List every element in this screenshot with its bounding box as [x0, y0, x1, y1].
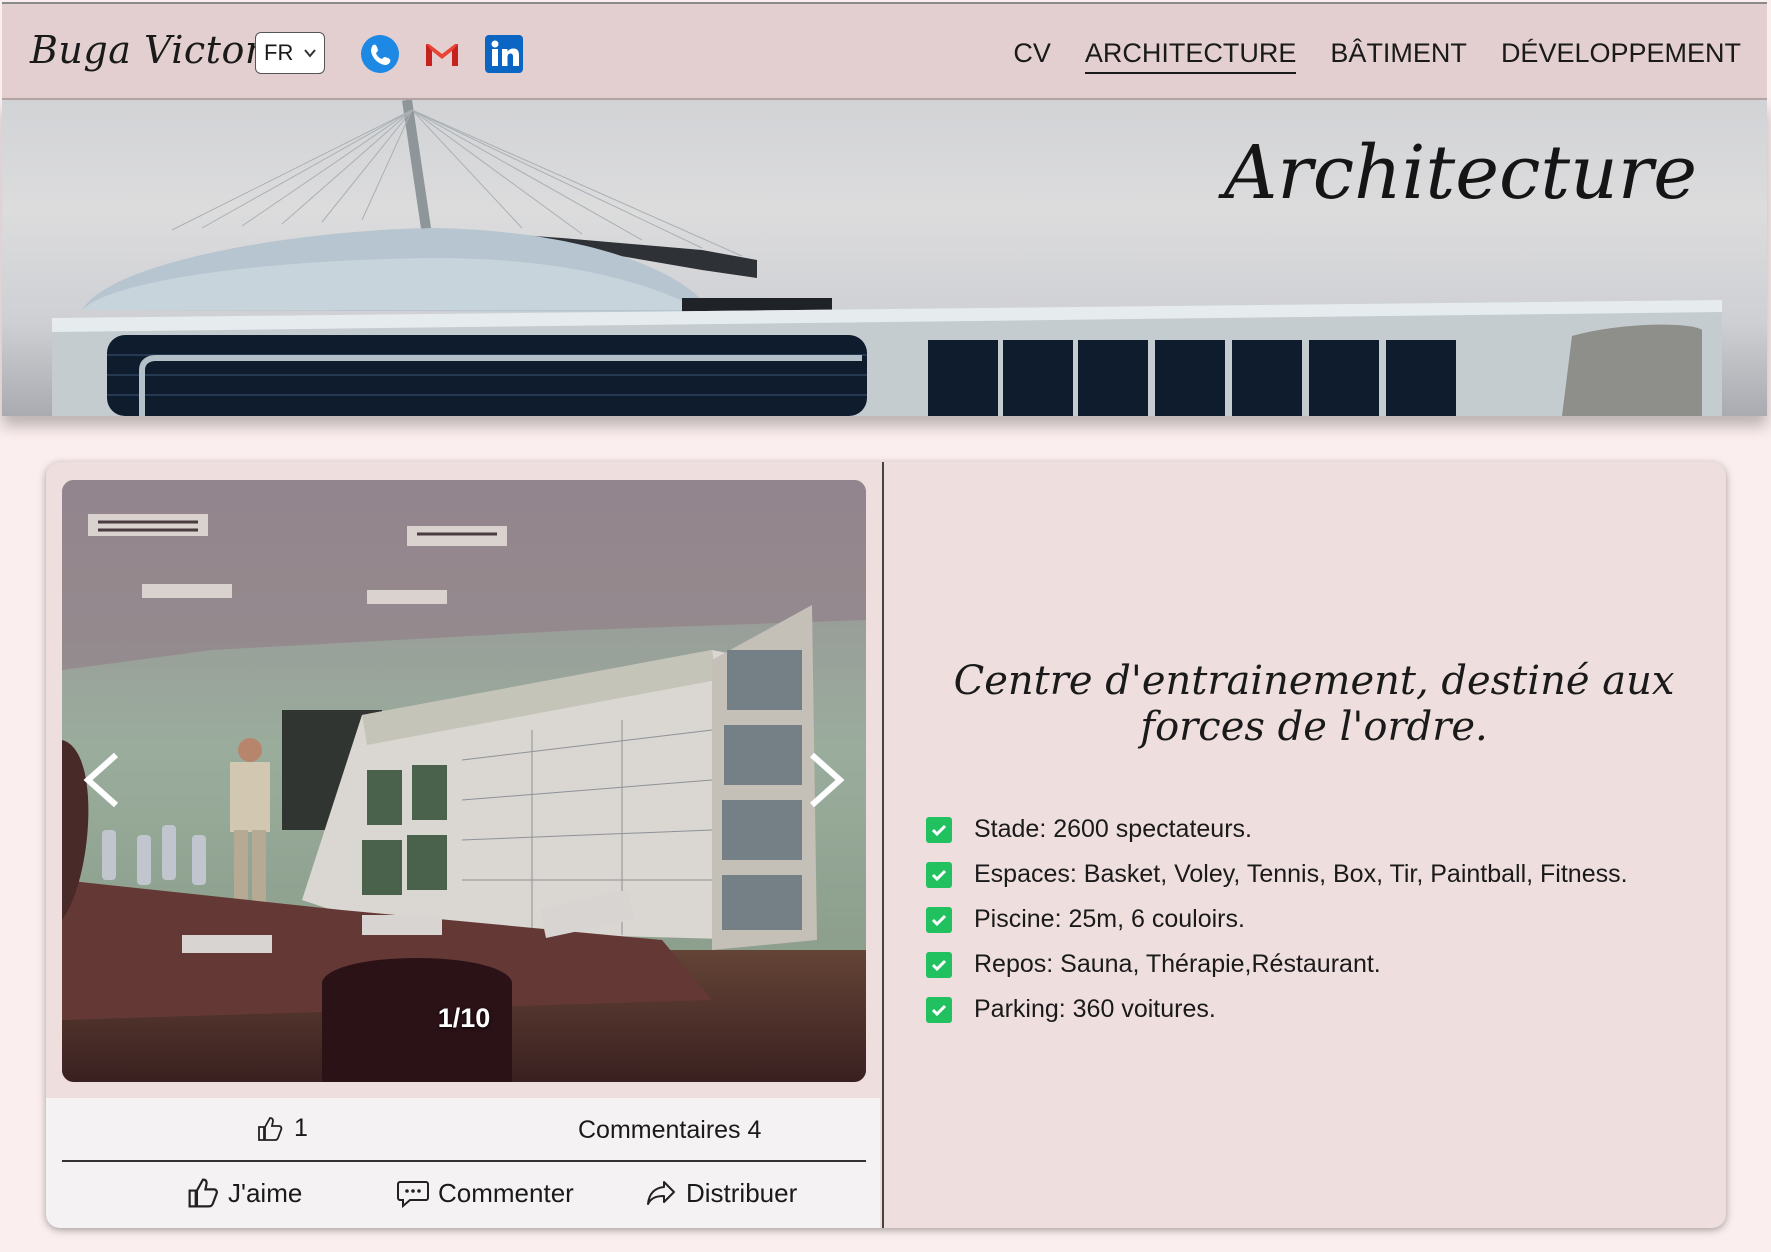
checkbox-checked-icon: [926, 996, 952, 1023]
comments-count[interactable]: Commentaires 4: [578, 1116, 761, 1145]
chevron-down-icon: [304, 49, 317, 58]
like-label: J'aime: [228, 1177, 303, 1208]
likes-number: 1: [294, 1114, 308, 1142]
next-slide-button[interactable]: [796, 745, 856, 815]
feature-text: Parking: 360 voitures.: [974, 995, 1216, 1023]
likes-count: 1: [256, 1114, 308, 1143]
hero-banner: Architecture: [2, 100, 1767, 416]
brand-logo[interactable]: Buga Victor: [30, 28, 263, 72]
feature-text: Stade: 2600 spectateurs.: [974, 815, 1252, 843]
slide-counter: 1/10: [437, 1003, 491, 1033]
project-photo: 1/10: [62, 480, 866, 1082]
main-nav: CV ARCHITECTURE BÂTIMENT DÉVELOPPEMENT: [1013, 38, 1741, 74]
feature-item: Repos: Sauna, Thérapie,Réstaurant.: [926, 942, 1628, 987]
phone-link[interactable]: [360, 34, 400, 74]
feature-item: Piscine: 25m, 6 couloirs.: [926, 897, 1628, 942]
linkedin-icon: [485, 35, 523, 73]
speech-bubble-icon: [397, 1181, 429, 1209]
presentation-room-photo: [62, 480, 866, 1082]
previous-slide-button[interactable]: [72, 745, 132, 815]
share-button[interactable]: Distribuer: [644, 1176, 797, 1210]
thumbs-up-icon: [188, 1178, 218, 1208]
feature-item: Parking: 360 voitures.: [926, 987, 1628, 1032]
nav-cv[interactable]: CV: [1013, 38, 1051, 74]
hero-title: Architecture: [1223, 130, 1697, 216]
engagement-stats: 1 Commentaires 4: [62, 1098, 866, 1162]
top-navigation-bar: Buga Victor FR CV ARCHITECTURE BÂTIMENT …: [2, 2, 1767, 100]
language-select[interactable]: FR: [255, 32, 325, 74]
feature-item: Stade: 2600 spectateurs.: [926, 807, 1628, 852]
project-description: Centre d'entrainement, destiné aux force…: [953, 658, 1675, 750]
checkbox-checked-icon: [926, 861, 952, 888]
feature-text: Espaces: Basket, Voley, Tennis, Box, Tir…: [974, 860, 1628, 888]
phone-icon: [361, 35, 399, 73]
feature-text: Piscine: 25m, 6 couloirs.: [974, 905, 1245, 933]
language-value: FR: [264, 40, 294, 65]
nav-architecture[interactable]: ARCHITECTURE: [1084, 38, 1297, 74]
checkbox-checked-icon: [926, 816, 952, 843]
feature-text: Repos: Sauna, Thérapie,Réstaurant.: [974, 950, 1381, 978]
feature-list: Stade: 2600 spectateurs. Espaces: Basket…: [926, 807, 1628, 1032]
linkedin-link[interactable]: [484, 34, 524, 74]
checkbox-checked-icon: [926, 951, 952, 978]
nav-batiment[interactable]: BÂTIMENT: [1330, 38, 1467, 74]
gmail-icon: [426, 44, 458, 66]
thumbs-up-icon: [258, 1116, 283, 1141]
chevron-left-icon: [83, 752, 118, 808]
feature-item: Espaces: Basket, Voley, Tennis, Box, Tir…: [926, 852, 1628, 897]
project-card: 1/10 1 Commentaires 4 J'aime Commenter D…: [46, 462, 1726, 1228]
chevron-right-icon: [810, 752, 845, 808]
project-details: Centre d'entrainement, destiné aux force…: [884, 462, 1726, 1228]
checkbox-checked-icon: [926, 906, 952, 933]
nav-developpement[interactable]: DÉVELOPPEMENT: [1501, 38, 1741, 74]
gmail-link[interactable]: [422, 34, 462, 74]
share-label: Distribuer: [686, 1177, 798, 1208]
comment-button[interactable]: Commenter: [396, 1176, 574, 1210]
like-button[interactable]: J'aime: [186, 1176, 302, 1210]
engagement-bar: 1 Commentaires 4 J'aime Commenter Distri…: [46, 1098, 880, 1228]
share-arrow-icon: [647, 1181, 675, 1205]
comment-label: Commenter: [438, 1177, 574, 1208]
engagement-actions: J'aime Commenter Distribuer: [62, 1176, 866, 1222]
gallery-pane: 1/10 1 Commentaires 4 J'aime Commenter D…: [46, 462, 884, 1228]
